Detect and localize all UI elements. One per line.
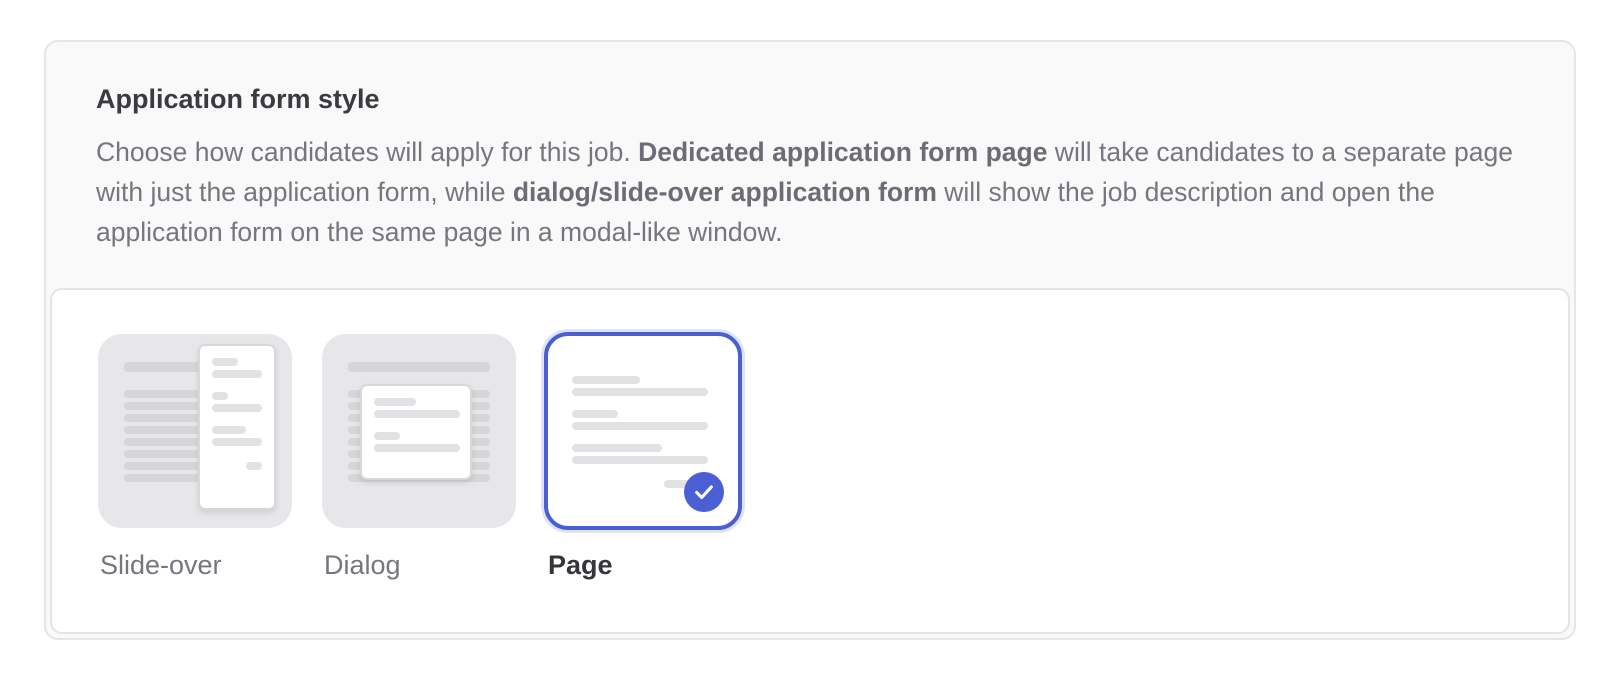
option-label-page: Page	[548, 550, 613, 580]
form-style-options: Slide-over Dialog Page	[50, 288, 1570, 634]
option-label-dialog: Dialog	[324, 550, 401, 580]
description-bold-page: Dedicated application form page	[638, 137, 1048, 167]
option-slide-over[interactable]: Slide-over	[98, 334, 294, 580]
application-form-style-card: Application form style Choose how candid…	[44, 40, 1576, 640]
option-page[interactable]: Page	[544, 332, 742, 580]
option-dialog[interactable]: Dialog	[322, 334, 518, 580]
page-illustration	[544, 332, 742, 530]
section-title: Application form style	[96, 84, 380, 114]
description-bold-dialog: dialog/slide-over application form	[512, 177, 937, 207]
option-label-slide-over: Slide-over	[100, 550, 222, 580]
section-description: Choose how candidates will apply for thi…	[96, 132, 1516, 252]
dialog-illustration	[322, 334, 516, 528]
description-intro: Choose how candidates will apply for thi…	[96, 137, 639, 167]
checkmark-icon	[684, 472, 724, 512]
slide-over-illustration	[98, 334, 292, 528]
